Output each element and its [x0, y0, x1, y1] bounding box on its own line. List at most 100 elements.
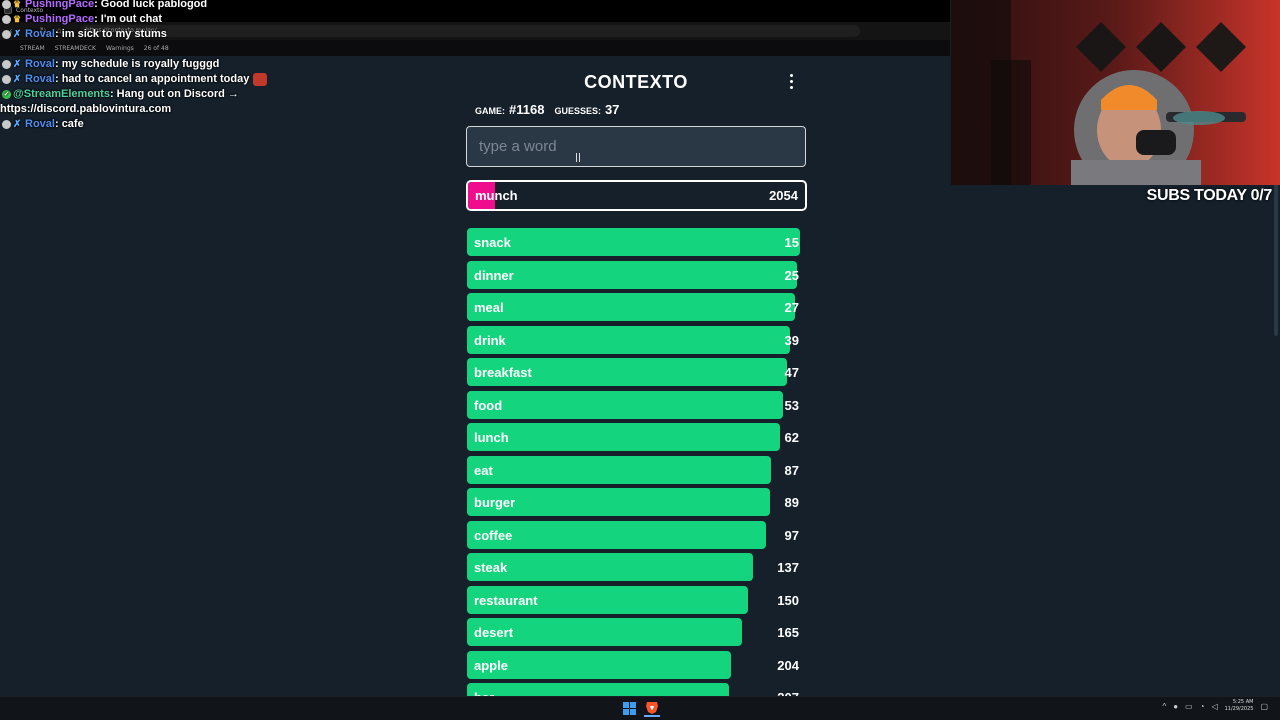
microphone-icon[interactable]: ● — [1173, 702, 1178, 711]
guess-rank: 39 — [784, 332, 799, 348]
guess-word: drink — [474, 332, 506, 348]
chat-text: : had to cancel an appointment today — [54, 73, 250, 85]
guess-word: food — [474, 397, 503, 413]
guess-rank: 53 — [784, 397, 799, 413]
guess-word: dinner — [474, 267, 514, 283]
guess-word: eat — [474, 462, 493, 478]
guess-rank: 27 — [784, 300, 799, 315]
chat-username: Roval — [25, 118, 55, 130]
guess-row: coffee 97 — [467, 520, 807, 549]
page-title: CONTEXTO — [584, 72, 688, 92]
guess-rank: 97 — [784, 527, 799, 543]
guess-row: lunch 62 — [467, 423, 807, 451]
sword-badge-icon: ✗ — [13, 119, 22, 130]
chat-text: : cafe — [54, 118, 84, 130]
moderator-badge-icon — [2, 15, 11, 24]
guess-proximity-bar — [467, 293, 796, 321]
taskbar: ^ ● ▭ ◔ ◁ 5:25 AM 11/29/2025 ▢ — [0, 696, 1280, 720]
guess-row: meal 27 — [467, 293, 807, 321]
moderator-badge-icon — [2, 0, 11, 9]
windows-start-icon[interactable] — [623, 702, 636, 715]
guesses-label: GUESSES: — [554, 106, 601, 116]
guess-word: restaurant — [474, 592, 538, 608]
guess-proximity-bar — [467, 553, 753, 581]
guess-row: drink 39 — [467, 325, 807, 354]
contexto-game: CONTEXTO GAME: #1168 GUESSES: 37 munch 2… — [466, 56, 808, 711]
guess-word: desert — [474, 625, 514, 640]
emote-icon — [253, 73, 268, 86]
guess-word: snack — [474, 235, 511, 250]
chat-message: ♛ PushingPace: Good luck pablogod — [2, 0, 207, 12]
chat-message: ✗ Roval: my schedule is royally fugggd — [2, 57, 219, 72]
moderator-badge-icon — [2, 75, 11, 84]
clock[interactable]: 5:25 AM 11/29/2025 — [1225, 699, 1254, 713]
guess-proximity-bar — [467, 228, 801, 256]
chat-text: : Good luck pablogod — [94, 0, 208, 10]
crown-badge-icon: ♛ — [13, 0, 22, 9]
chat-username: Roval — [25, 28, 55, 40]
subs-today-counter: SUBS TODAY 0/7 — [1146, 187, 1273, 204]
guess-rank: 150 — [777, 592, 799, 608]
network-icon[interactable]: ◔ — [1200, 702, 1205, 711]
crown-badge-icon: ♛ — [13, 14, 22, 24]
text-cursor-icon — [576, 153, 580, 162]
clock-date: 11/29/2025 — [1224, 706, 1254, 712]
system-tray: ^ ● ▭ ◔ ◁ 5:25 AM 11/29/2025 ▢ — [1162, 699, 1268, 713]
bookmark-item[interactable]: 26 of 48 — [144, 45, 169, 52]
guesses-count: 37 — [604, 102, 620, 117]
guess-row: steak 137 — [467, 553, 807, 581]
guess-rank: 89 — [784, 495, 799, 510]
word-input[interactable] — [466, 126, 806, 167]
guess-rank: 62 — [784, 430, 799, 445]
chat-username: PushingPace — [25, 13, 95, 25]
guess-word: apple — [474, 657, 508, 673]
bookmark-item[interactable]: Warnings — [106, 45, 134, 52]
guess-proximity-bar — [467, 455, 772, 484]
guess-proximity-bar — [467, 325, 790, 354]
display-icon[interactable]: ▭ — [1185, 702, 1193, 711]
chevron-up-icon[interactable]: ^ — [1162, 702, 1166, 711]
url-bar[interactable]: https://contexto.me/en/ — [80, 25, 860, 37]
guess-rank: 204 — [777, 657, 799, 673]
guess-list: snack 15 dinner 25 meal 27 drink 39 breakfast 47 f… — [467, 228, 807, 716]
sword-badge-icon: ✗ — [13, 29, 22, 40]
chat-message: ✗ Roval: cafe — [2, 117, 84, 132]
guess-rank: 87 — [784, 462, 799, 478]
bookmark-item[interactable]: STREAMDECK — [55, 45, 96, 52]
chat-message: ✗ Roval: im sick to my stums — [2, 27, 167, 42]
moderator-badge-icon — [2, 30, 11, 39]
chat-text: : Hang out on Discord → — [109, 88, 239, 100]
guess-rank: 137 — [777, 560, 799, 575]
chat-username: PushingPace — [25, 0, 95, 10]
guess-word: breakfast — [474, 365, 532, 380]
guess-word: meal — [474, 300, 504, 315]
volume-icon[interactable]: ◁ — [1211, 702, 1217, 711]
last-guess-row: munch 2054 — [466, 180, 807, 211]
chat-message: https://discord.pablovintura.com — [0, 102, 171, 117]
guess-word: lunch — [474, 430, 509, 445]
chat-message: ♛ PushingPace: I'm out chat — [2, 12, 162, 27]
guess-row: food 53 — [467, 390, 807, 419]
guess-word: burger — [474, 495, 516, 510]
guess-proximity-bar — [467, 390, 784, 419]
guess-row: restaurant 150 — [467, 585, 807, 614]
guess-row: breakfast 47 — [467, 358, 807, 386]
chat-message: ✗ Roval: had to cancel an appointment tod… — [2, 72, 268, 87]
last-guess-rank: 2054 — [769, 188, 798, 203]
game-label: GAME: — [475, 106, 505, 116]
bookmark-item[interactable]: STREAM — [20, 45, 45, 52]
guess-rank: 25 — [784, 267, 799, 283]
notification-icon[interactable]: ▢ — [1260, 702, 1268, 711]
guess-row: snack 15 — [467, 228, 807, 256]
chat-text: : I'm out chat — [94, 13, 163, 25]
guess-proximity-bar — [467, 260, 797, 289]
guess-rank: 47 — [784, 365, 799, 380]
guess-row: dinner 25 — [467, 260, 807, 289]
check-badge-icon: ✓ — [2, 90, 11, 99]
brave-browser-icon[interactable] — [644, 700, 660, 717]
guess-row: burger 89 — [467, 488, 807, 516]
more-vertical-icon[interactable] — [786, 72, 796, 90]
clock-time: 5:25 AM — [1232, 699, 1254, 705]
chat-username: @StreamElements — [13, 88, 110, 100]
moderator-badge-icon — [2, 60, 11, 69]
